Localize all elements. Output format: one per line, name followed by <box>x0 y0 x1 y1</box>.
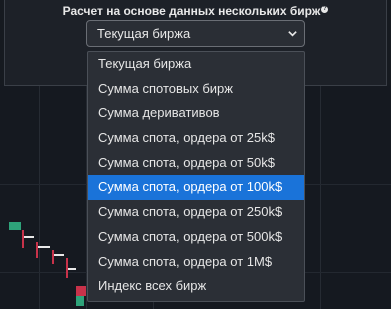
candle <box>54 254 64 256</box>
candle <box>76 286 86 296</box>
candle <box>76 296 84 306</box>
grid-line <box>320 85 321 309</box>
exchange-source-select[interactable]: Текущая биржа <box>86 20 305 47</box>
panel-title-text: Расчет на основе данных нескольких бирж <box>62 4 321 18</box>
dropdown-option-spot-sum[interactable]: Сумма спотовых бирж <box>88 77 304 102</box>
candle <box>38 246 50 248</box>
dropdown-option-derivatives-sum[interactable]: Сумма деривативов <box>88 101 304 126</box>
dropdown-option-spot-50k[interactable]: Сумма спота, ордера от 50k$ <box>88 151 304 176</box>
dropdown-option-spot-1m[interactable]: Сумма спота, ордера от 1M$ <box>88 250 304 275</box>
dropdown-option-current-exchange[interactable]: Текущая биржа <box>88 52 304 77</box>
dropdown-option-spot-100k[interactable]: Сумма спота, ордера от 100k$ <box>88 175 304 201</box>
exchange-source-dropdown: Текущая биржа Сумма спотовых бирж Сумма … <box>87 51 305 302</box>
candle <box>22 230 24 248</box>
candle <box>9 222 21 230</box>
candle <box>52 250 54 264</box>
grid-line <box>39 85 40 309</box>
candle <box>36 242 38 258</box>
dropdown-option-spot-500k[interactable]: Сумма спота, ордера от 500k$ <box>88 225 304 250</box>
dropdown-option-spot-25k[interactable]: Сумма спота, ордера от 25k$ <box>88 126 304 151</box>
candle <box>24 236 34 238</box>
help-icon[interactable]: ? <box>321 6 329 13</box>
chevron-down-icon <box>288 31 297 37</box>
select-value: Текущая биржа <box>97 26 191 41</box>
panel-title: Расчет на основе данных нескольких бирж? <box>5 4 386 18</box>
candle <box>68 268 76 270</box>
dropdown-option-all-exchanges-index[interactable]: Индекс всех бирж <box>88 274 304 299</box>
dropdown-option-spot-250k[interactable]: Сумма спота, ордера от 250k$ <box>88 200 304 225</box>
